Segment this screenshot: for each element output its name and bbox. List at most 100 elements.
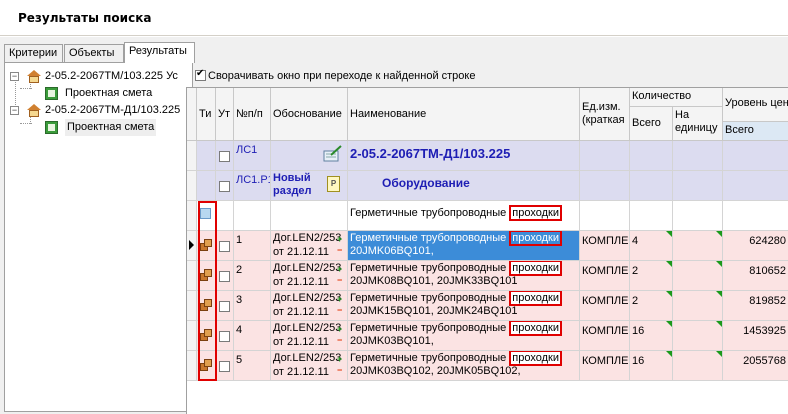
tree-item-label: Проектная смета [65, 119, 157, 136]
subsection-title: Оборудование [348, 171, 580, 201]
section-title: 2-05.2-2067ТМ-Д1/103.225 [348, 141, 580, 171]
current-row-arrow-icon [189, 240, 194, 250]
indicator-column-header [187, 88, 197, 141]
note-marker-icon [666, 321, 672, 327]
row-num: ЛС1 [234, 141, 271, 171]
plus-icon: + [337, 324, 343, 334]
unit-cell: КОМПЛЕ [580, 261, 630, 291]
plus-icon: + [337, 294, 343, 304]
col-header-basis[interactable]: Обоснование [271, 88, 348, 141]
row-checkbox[interactable] [219, 151, 230, 162]
unit-cell: КОМПЛЕ [580, 231, 630, 261]
row-num: 1 [234, 231, 271, 261]
item-name[interactable]: Герметичные трубопроводные проходки 20JM… [348, 321, 580, 351]
basis-line-2: от 21.12.11 [273, 276, 329, 288]
unit-cell: КОМПЛЕ [580, 291, 630, 321]
col-header-price-level[interactable]: Уровень цен [723, 88, 788, 122]
plus-icon: + [337, 234, 343, 244]
window-title: Результаты поиска [18, 11, 152, 25]
qty-total-cell: 16 [630, 351, 673, 381]
basis-line-1: Дог.LEN2/253 [273, 292, 342, 304]
search-match-highlight: проходки [509, 261, 562, 276]
qty-total-cell: 2 [630, 261, 673, 291]
results-grid: Ти Ут №п/п Обоснование Наименование Ед.и… [186, 87, 788, 414]
search-match-highlight: проходки [509, 291, 562, 306]
basis-line-1: Дог.LEN2/253 [273, 322, 342, 334]
row-num: 3 [234, 291, 271, 321]
price-total-cell: 810652 [723, 261, 788, 291]
qty-total-cell: 4 [630, 231, 673, 261]
window-titlebar: Результаты поиска [0, 0, 788, 36]
basis-line-1: Дог.LEN2/253 [273, 262, 342, 274]
search-match-highlight: проходки [509, 321, 562, 336]
row-checkbox[interactable] [219, 181, 230, 192]
search-match-highlight: проходки [509, 205, 562, 221]
price-total-cell: 1453925 [723, 321, 788, 351]
note-marker-icon [716, 231, 722, 237]
estimate-sheet-icon [45, 87, 58, 100]
results-tree: − 2-05.2-2067ТМ/103.225 Ус Проектная сме… [4, 62, 193, 412]
tab-criteria[interactable]: Критерии [4, 44, 63, 62]
note-marker-icon [666, 231, 672, 237]
row-checkbox[interactable] [219, 301, 230, 312]
basis-line-1: Дог.LEN2/253 [273, 352, 342, 364]
row-checkbox[interactable] [219, 331, 230, 342]
estimate-sheet-icon [45, 121, 58, 134]
price-total-cell: 2055768 [723, 351, 788, 381]
basis-line-2: от 21.12.11 [273, 246, 329, 258]
row-num: 2 [234, 261, 271, 291]
note-marker-icon [666, 291, 672, 297]
search-match-highlight: проходки [509, 231, 562, 246]
search-match-highlight: проходки [509, 351, 562, 366]
basis-line-2: раздел [273, 185, 312, 197]
section-doc-icon: P [327, 176, 340, 192]
col-header-ti[interactable]: Ти [197, 88, 216, 141]
ti-column-highlight [198, 201, 217, 381]
notepad-icon [323, 145, 342, 162]
price-total-cell: 819852 [723, 291, 788, 321]
row-num: ЛС1.Р1 [234, 171, 271, 201]
unit-cell: КОМПЛЕ [580, 321, 630, 351]
row-checkbox[interactable] [219, 361, 230, 372]
item-name[interactable]: Герметичные трубопроводные проходки 20JM… [348, 291, 580, 321]
minus-icon: − [337, 335, 343, 345]
tree-item-label: Проектная смета [65, 87, 153, 99]
row-num: 5 [234, 351, 271, 381]
item-name[interactable]: Герметичные трубопроводные проходки 20JM… [348, 231, 580, 261]
qty-total-cell: 2 [630, 291, 673, 321]
collapse-toggle-icon[interactable]: − [10, 106, 19, 115]
minus-icon: − [337, 365, 343, 375]
col-header-name[interactable]: Наименование [348, 88, 580, 141]
group-name: Герметичные трубопроводные проходки [348, 201, 580, 231]
basis-line-1: Дог.LEN2/253 [273, 232, 342, 244]
collapse-toggle-icon[interactable]: − [10, 72, 19, 81]
qty-total-cell: 16 [630, 321, 673, 351]
basis-line-2: от 21.12.11 [273, 366, 329, 378]
col-header-num[interactable]: №п/п [234, 88, 271, 141]
col-header-ut[interactable]: Ут [216, 88, 234, 141]
tab-results[interactable]: Результаты [124, 42, 195, 63]
row-checkbox[interactable] [219, 271, 230, 282]
col-header-unit[interactable]: Ед.изм. (краткая [580, 88, 630, 141]
note-marker-icon [666, 351, 672, 357]
note-marker-icon [666, 261, 672, 267]
col-header-price-total[interactable]: Всего [723, 122, 788, 141]
tree-item-label: 2-05.2-2067ТМ/103.225 Ус [45, 70, 178, 82]
basis-line-2: от 21.12.11 [273, 306, 329, 318]
house-icon [27, 104, 41, 117]
tab-objects[interactable]: Объекты [64, 44, 124, 62]
basis-line-1: Новый [273, 172, 311, 184]
unit-cell: КОМПЛЕ [580, 351, 630, 381]
house-icon [27, 70, 41, 83]
item-name[interactable]: Герметичные трубопроводные проходки 20JM… [348, 351, 580, 381]
tree-item-label: 2-05.2-2067ТМ-Д1/103.225 [45, 104, 181, 116]
col-header-qty-total[interactable]: Всего [630, 107, 673, 141]
collapse-window-checkbox[interactable] [195, 68, 206, 81]
minus-icon: − [337, 305, 343, 315]
item-name[interactable]: Герметичные трубопроводные проходки 20JM… [348, 261, 580, 291]
col-header-qty[interactable]: Количество [630, 88, 723, 107]
col-header-qty-per-unit[interactable]: На единицу [673, 107, 723, 141]
row-checkbox[interactable] [219, 241, 230, 252]
note-marker-icon [716, 321, 722, 327]
row-num: 4 [234, 321, 271, 351]
